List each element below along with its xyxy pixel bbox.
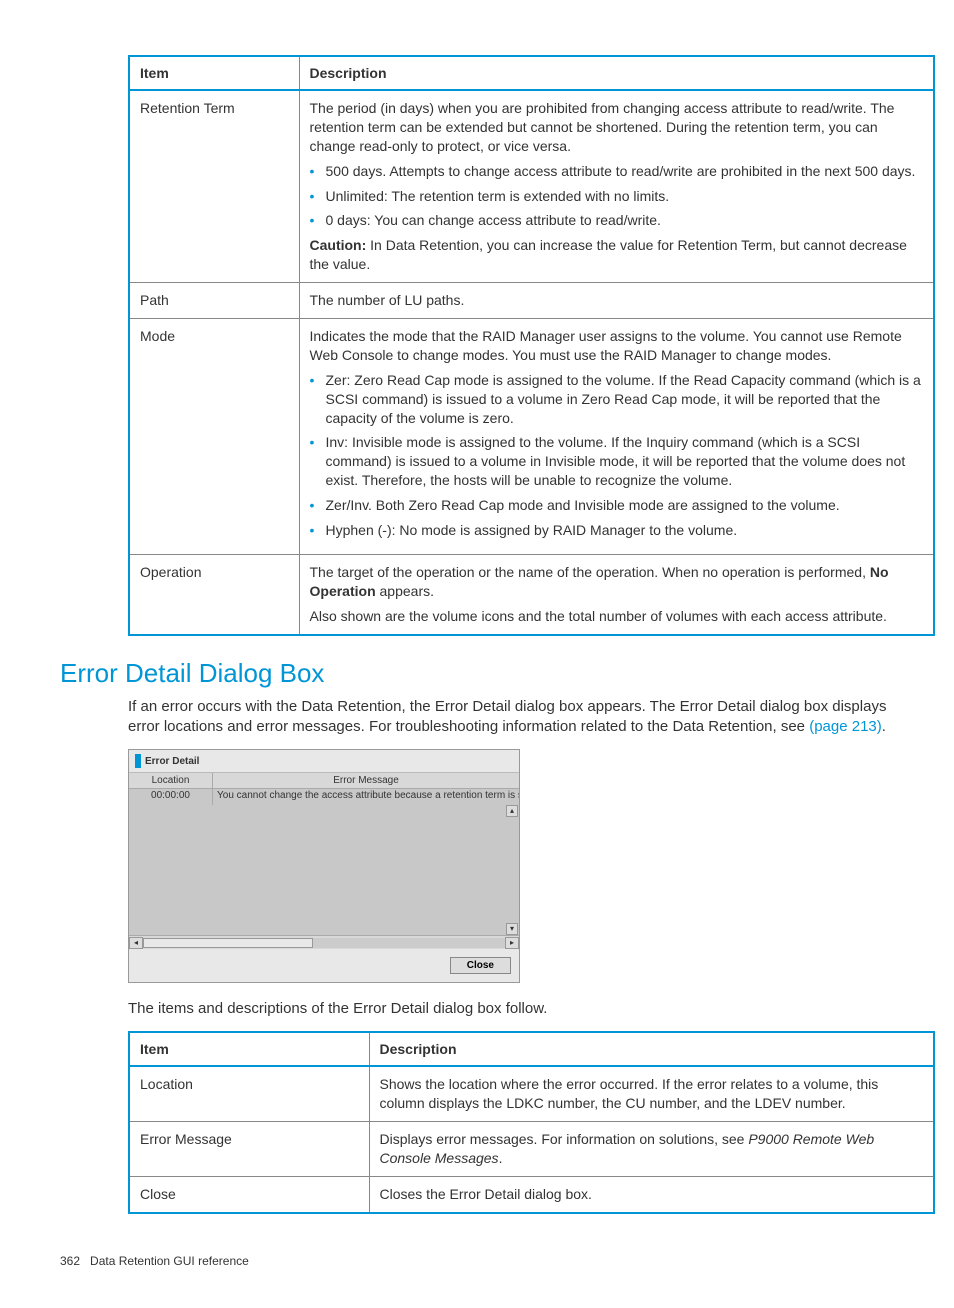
section-heading: Error Detail Dialog Box xyxy=(60,658,894,689)
cell-item: Close xyxy=(129,1176,369,1212)
cell-desc: Indicates the mode that the RAID Manager… xyxy=(299,319,934,555)
col-header-location: Location xyxy=(129,773,213,788)
close-button[interactable]: Close xyxy=(450,957,511,974)
intro-text-b: . xyxy=(882,718,886,735)
table-header-row: Item Description xyxy=(129,56,934,90)
errmsg-d1: Displays error messages. For information… xyxy=(380,1131,749,1147)
table-row: Operation The target of the operation or… xyxy=(129,554,934,634)
intro-paragraph: If an error occurs with the Data Retenti… xyxy=(128,697,894,738)
cell-desc: The number of LU paths. xyxy=(299,283,934,319)
caution-text: In Data Retention, you can increase the … xyxy=(310,237,907,272)
dialog-footer: Close xyxy=(129,949,519,982)
table-row: Mode Indicates the mode that the RAID Ma… xyxy=(129,319,934,555)
list-item: Zer: Zero Read Cap mode is assigned to t… xyxy=(310,371,924,428)
col-header-errmsg: Error Message xyxy=(213,773,519,788)
scroll-right-icon[interactable]: ▸ xyxy=(505,937,519,949)
op-p1a: The target of the operation or the name … xyxy=(310,564,870,580)
page-number: 362 xyxy=(60,1254,80,1268)
th-desc: Description xyxy=(369,1032,934,1066)
th-desc: Description xyxy=(299,56,934,90)
horizontal-scrollbar[interactable]: ◂ ▸ xyxy=(129,935,519,949)
footer-title: Data Retention GUI reference xyxy=(90,1254,249,1268)
bullet-list: 500 days. Attempts to change access attr… xyxy=(310,162,924,231)
scroll-left-icon[interactable]: ◂ xyxy=(129,937,143,949)
scroll-down-icon[interactable]: ▾ xyxy=(506,923,518,935)
scrollbar-track[interactable] xyxy=(143,938,505,948)
title-bar-icon xyxy=(135,754,141,768)
page-footer: 362 Data Retention GUI reference xyxy=(60,1254,894,1268)
op-p1c: appears. xyxy=(376,583,434,599)
cell-location: 00:00:00 xyxy=(129,789,213,805)
scroll-up-icon[interactable]: ▴ xyxy=(506,805,518,817)
page-link[interactable]: (page 213) xyxy=(809,718,882,735)
errmsg-d3: . xyxy=(499,1150,503,1166)
dialog-empty-area: ▴ ▾ xyxy=(129,805,519,935)
table-row: Error Message Displays error messages. F… xyxy=(129,1122,934,1177)
list-item: Zer/Inv. Both Zero Read Cap mode and Inv… xyxy=(310,496,924,515)
error-detail-dialog: Error Detail Location Error Message 00:0… xyxy=(128,749,520,983)
cell-item: Location xyxy=(129,1066,369,1121)
list-item: Unlimited: The retention term is extende… xyxy=(310,187,924,206)
table-row: Retention Term The period (in days) when… xyxy=(129,90,934,283)
cell-item: Mode xyxy=(129,319,299,555)
cell-desc: The target of the operation or the name … xyxy=(299,554,934,634)
error-detail-dialog-screenshot: Error Detail Location Error Message 00:0… xyxy=(128,749,894,983)
th-item: Item xyxy=(129,56,299,90)
table-1: Item Description Retention Term The peri… xyxy=(128,55,935,636)
bullet-list: Zer: Zero Read Cap mode is assigned to t… xyxy=(310,371,924,540)
caution-label: Caution: xyxy=(310,237,367,253)
cell-item: Retention Term xyxy=(129,90,299,283)
intro-text-a: If an error occurs with the Data Retenti… xyxy=(128,698,886,735)
cell-desc: Closes the Error Detail dialog box. xyxy=(369,1176,934,1212)
table-row: Close Closes the Error Detail dialog box… xyxy=(129,1176,934,1212)
dialog-data-row[interactable]: 00:00:00 You cannot change the access at… xyxy=(129,789,519,805)
dialog-grid: Location Error Message 00:00:00 You cann… xyxy=(129,773,519,949)
cell-errmsg: You cannot change the access attribute b… xyxy=(213,789,519,805)
dialog-titlebar: Error Detail xyxy=(129,750,519,773)
dialog-column-headers: Location Error Message xyxy=(129,773,519,789)
th-item: Item xyxy=(129,1032,369,1066)
list-item: Hyphen (-): No mode is assigned by RAID … xyxy=(310,521,924,540)
cell-item: Error Message xyxy=(129,1122,369,1177)
table-row: Location Shows the location where the er… xyxy=(129,1066,934,1121)
cell-desc: The period (in days) when you are prohib… xyxy=(299,90,934,283)
list-item: Inv: Invisible mode is assigned to the v… xyxy=(310,433,924,490)
table-header-row: Item Description xyxy=(129,1032,934,1066)
list-item: 500 days. Attempts to change access attr… xyxy=(310,162,924,181)
op-p2: Also shown are the volume icons and the … xyxy=(310,607,924,626)
list-item: 0 days: You can change access attribute … xyxy=(310,211,924,230)
caution-para: Caution: In Data Retention, you can incr… xyxy=(310,236,924,274)
cell-desc: Shows the location where the error occur… xyxy=(369,1066,934,1121)
scrollbar-thumb[interactable] xyxy=(143,938,313,948)
dialog-title-text: Error Detail xyxy=(145,756,199,767)
cell-item: Operation xyxy=(129,554,299,634)
cell-item: Path xyxy=(129,283,299,319)
cell-desc: Displays error messages. For information… xyxy=(369,1122,934,1177)
mid-paragraph: The items and descriptions of the Error … xyxy=(128,999,894,1019)
table-2: Item Description Location Shows the loca… xyxy=(128,1031,935,1213)
desc-intro: The period (in days) when you are prohib… xyxy=(310,99,924,156)
desc-intro: Indicates the mode that the RAID Manager… xyxy=(310,327,924,365)
table-row: Path The number of LU paths. xyxy=(129,283,934,319)
op-p1: The target of the operation or the name … xyxy=(310,563,924,601)
